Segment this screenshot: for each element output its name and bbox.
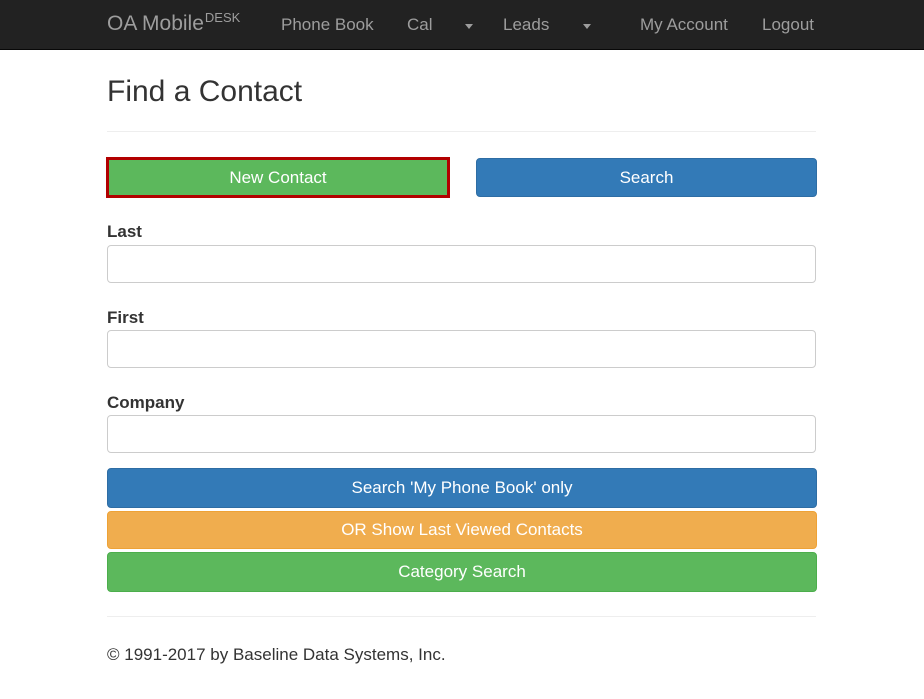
brand-superscript: DESK xyxy=(204,10,241,25)
last-name-label: Last xyxy=(107,222,142,241)
nav-cal[interactable]: Cal xyxy=(407,14,433,36)
cal-dropdown-caret-icon[interactable] xyxy=(465,24,473,29)
brand-name: OA Mobile xyxy=(107,12,204,35)
first-name-input[interactable] xyxy=(107,330,816,368)
title-divider xyxy=(107,131,816,132)
search-my-phone-book-button[interactable]: Search 'My Phone Book' only xyxy=(107,468,817,508)
nav-leads[interactable]: Leads xyxy=(503,14,549,36)
brand-logo[interactable]: OA MobileDESK xyxy=(107,10,241,38)
nav-phone-book[interactable]: Phone Book xyxy=(281,14,374,36)
footer-divider xyxy=(107,616,816,617)
nav-my-account[interactable]: My Account xyxy=(640,14,728,36)
search-button[interactable]: Search xyxy=(476,158,817,197)
company-input[interactable] xyxy=(107,415,816,453)
category-search-button[interactable]: Category Search xyxy=(107,552,817,592)
first-name-label: First xyxy=(107,308,144,327)
new-contact-button[interactable]: New Contact xyxy=(106,157,450,198)
last-name-input[interactable] xyxy=(107,245,816,283)
top-navbar: OA MobileDESK Phone Book Cal Leads My Ac… xyxy=(0,0,924,50)
page-title: Find a Contact xyxy=(107,75,303,108)
footer-copyright: © 1991-2017 by Baseline Data Systems, In… xyxy=(107,645,446,664)
leads-dropdown-caret-icon[interactable] xyxy=(583,24,591,29)
nav-logout[interactable]: Logout xyxy=(762,14,814,36)
company-label: Company xyxy=(107,393,185,412)
show-last-viewed-button[interactable]: OR Show Last Viewed Contacts xyxy=(107,511,817,549)
